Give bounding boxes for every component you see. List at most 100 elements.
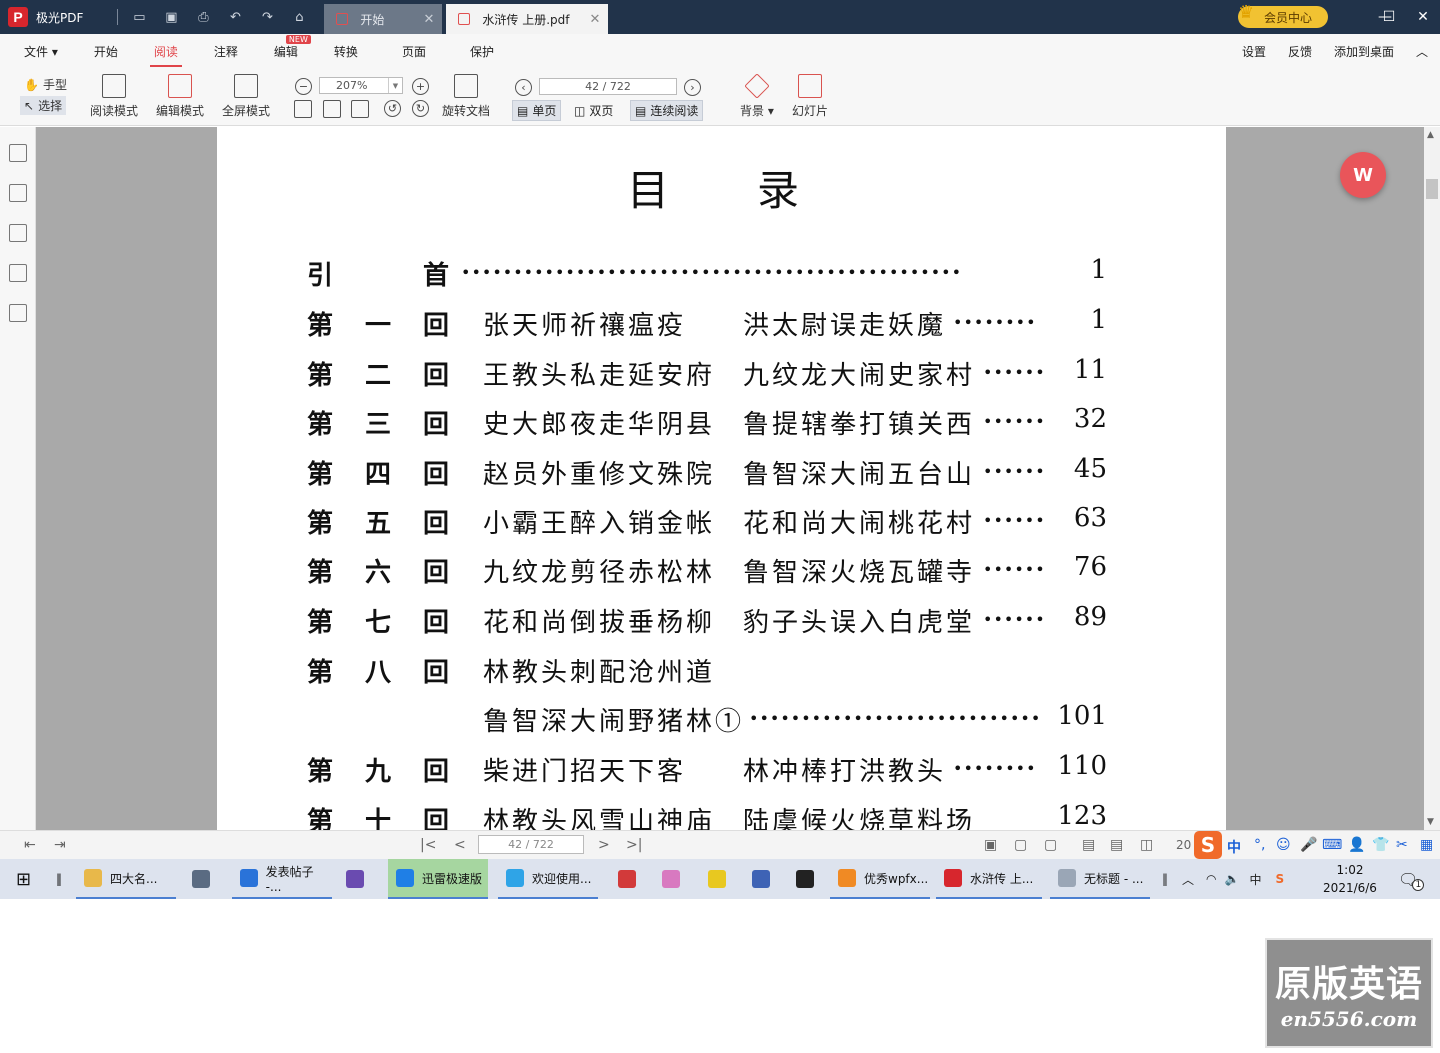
menu-annotate[interactable]: 注释 — [196, 43, 256, 60]
rotate-right-icon[interactable]: ↻ — [412, 100, 429, 117]
clock[interactable]: 1:02 2021/6/6 — [1318, 861, 1382, 897]
taskbar-app[interactable]: 优秀wpfx... — [830, 859, 930, 899]
tools-icon[interactable]: ✂ — [1396, 837, 1408, 853]
emoji-icon[interactable]: ☺ — [1276, 837, 1291, 853]
open-folder-icon[interactable]: ▭ — [128, 6, 150, 28]
menu-read[interactable]: 阅读 — [136, 43, 196, 67]
apps-grid-icon[interactable]: ▦ — [1420, 837, 1433, 853]
home-icon[interactable]: ⌂ — [288, 6, 310, 28]
previous-page-icon[interactable]: < — [454, 837, 466, 853]
taskbar-app[interactable]: 迅雷极速版 — [388, 859, 488, 899]
fit-page-icon[interactable] — [323, 100, 341, 118]
previous-page-icon[interactable]: ‹ — [515, 79, 532, 96]
panel-toggle-icon[interactable]: ⇥ — [54, 837, 66, 853]
tab-home[interactable]: 开始 ✕ — [324, 4, 443, 34]
taskbar-app[interactable] — [338, 859, 378, 899]
continuous-read-button[interactable]: ▤ 连续阅读 — [630, 100, 704, 121]
keyboard-icon[interactable]: ⌨ — [1322, 837, 1342, 853]
page-number-input[interactable]: 42 / 722 — [539, 78, 677, 95]
fit-width-icon[interactable] — [351, 100, 369, 118]
taskbar-app[interactable]: 欢迎使用... — [498, 859, 598, 899]
background-button[interactable]: 背景 ▾ — [740, 73, 774, 119]
single-page-button[interactable]: ▤ 单页 — [512, 100, 562, 121]
first-page-icon[interactable]: |< — [420, 837, 436, 853]
scroll-thumb[interactable] — [1426, 179, 1438, 199]
close-icon[interactable]: ✕ — [589, 12, 600, 27]
taskbar-app[interactable] — [610, 859, 646, 899]
vertical-scrollbar[interactable]: ▲ ▼ — [1424, 127, 1440, 830]
redo-icon[interactable]: ↷ — [256, 6, 278, 28]
zoom-select[interactable]: 207% ▼ — [319, 77, 403, 94]
actual-size-icon[interactable] — [294, 100, 312, 118]
close-icon[interactable]: ✕ — [423, 12, 434, 27]
maximize-button[interactable]: ☐ — [1372, 0, 1406, 34]
taskbar-app[interactable]: 无标题 - ... — [1050, 859, 1150, 899]
network-icon[interactable]: ◠ — [1206, 872, 1216, 886]
undo-icon[interactable]: ↶ — [224, 6, 246, 28]
menu-file[interactable]: 文件 ▾ — [6, 43, 76, 60]
print-icon[interactable]: ⎙ — [192, 6, 214, 28]
chevron-up-icon[interactable]: ︿ — [1182, 871, 1194, 888]
rotate-document-button[interactable]: 旋转文档 — [442, 74, 490, 119]
double-page-icon[interactable]: ◫ — [1140, 837, 1153, 853]
vip-center-button[interactable]: ♛ 会员中心 — [1238, 2, 1328, 28]
zoom-in-icon[interactable]: + — [412, 78, 429, 95]
double-page-button[interactable]: ◫ 双页 — [570, 100, 617, 121]
microphone-icon[interactable]: 🎤 — [1300, 837, 1317, 853]
start-button[interactable]: ⊞ — [8, 859, 44, 899]
scroll-down-icon[interactable]: ▼ — [1427, 817, 1434, 827]
menu-start[interactable]: 开始 — [76, 43, 136, 60]
feedback-link[interactable]: 反馈 — [1288, 43, 1312, 60]
edit-mode-button[interactable]: 编辑模式 — [156, 74, 204, 119]
task-view-icon[interactable]: ‖ — [48, 859, 68, 899]
status-page-input[interactable]: 42 / 722 — [478, 835, 584, 854]
document-viewport[interactable]: 目录 引首 •••••••••••••••••••••••••••••••••••… — [36, 127, 1424, 830]
zoom-out-icon[interactable]: − — [295, 78, 312, 95]
select-tool[interactable]: ↖ 选择 — [20, 96, 67, 115]
fit-width-icon[interactable]: ▢ — [1044, 837, 1057, 853]
convert-to-word-button[interactable]: W — [1340, 152, 1386, 198]
signature-icon[interactable] — [9, 304, 27, 322]
taskbar-app[interactable]: 发表帖子 -... — [232, 859, 332, 899]
full-screen-button[interactable]: 全屏模式 — [222, 74, 270, 119]
ime-mode-indicator[interactable]: 中 — [1227, 837, 1241, 857]
sogou-tray-icon[interactable]: S — [1275, 872, 1284, 886]
menu-page[interactable]: 页面 — [376, 43, 452, 60]
sogou-ime-icon[interactable]: S — [1194, 831, 1222, 859]
taskbar-app[interactable] — [700, 859, 736, 899]
punctuation-icon[interactable]: °, — [1254, 837, 1265, 853]
next-page-icon[interactable]: > — [598, 837, 610, 853]
taskbar-app[interactable]: 水浒传 上... — [936, 859, 1042, 899]
ime-indicator[interactable]: 中 — [1249, 871, 1261, 888]
user-icon[interactable]: 👤 — [1348, 837, 1365, 853]
read-mode-button[interactable]: 阅读模式 — [90, 74, 138, 119]
notification-button[interactable]: 🗨 1 — [1398, 859, 1425, 899]
actual-size-icon[interactable]: ▣ — [984, 837, 997, 853]
taskbar-app[interactable] — [788, 859, 824, 899]
menu-protect[interactable]: 保护 — [452, 43, 512, 60]
collapse-ribbon-icon[interactable]: ︿ — [1416, 43, 1428, 60]
close-window-button[interactable]: ✕ — [1406, 0, 1440, 34]
skin-icon[interactable]: 👕 — [1372, 837, 1389, 853]
taskbar-app[interactable]: 四大名... — [76, 859, 176, 899]
taskbar-app[interactable] — [744, 859, 780, 899]
scroll-up-icon[interactable]: ▲ — [1427, 130, 1434, 140]
next-page-icon[interactable]: › — [684, 79, 701, 96]
volume-icon[interactable]: 🔈 — [1225, 872, 1240, 886]
outline-icon[interactable] — [9, 144, 27, 162]
add-to-desktop-link[interactable]: 添加到桌面 — [1334, 43, 1394, 60]
save-icon[interactable]: ▣ — [160, 6, 182, 28]
single-page-icon[interactable]: ▤ — [1082, 837, 1095, 853]
last-page-icon[interactable]: >| — [626, 837, 642, 853]
annotations-icon[interactable] — [9, 224, 27, 242]
taskbar-app[interactable] — [184, 859, 224, 899]
search-icon[interactable] — [9, 264, 27, 282]
hand-tool[interactable]: ✋ 手型 — [24, 76, 67, 93]
tab-document[interactable]: 水浒传 上册.pdf ✕ — [446, 4, 609, 34]
taskbar-app[interactable] — [654, 859, 690, 899]
slideshow-button[interactable]: 幻灯片 — [792, 74, 828, 119]
continuous-icon[interactable]: ▤ — [1110, 837, 1123, 853]
sidebar-toggle-icon[interactable]: ⇤ — [24, 837, 36, 853]
menu-convert[interactable]: 转换 — [316, 43, 376, 60]
settings-link[interactable]: 设置 — [1242, 43, 1266, 60]
